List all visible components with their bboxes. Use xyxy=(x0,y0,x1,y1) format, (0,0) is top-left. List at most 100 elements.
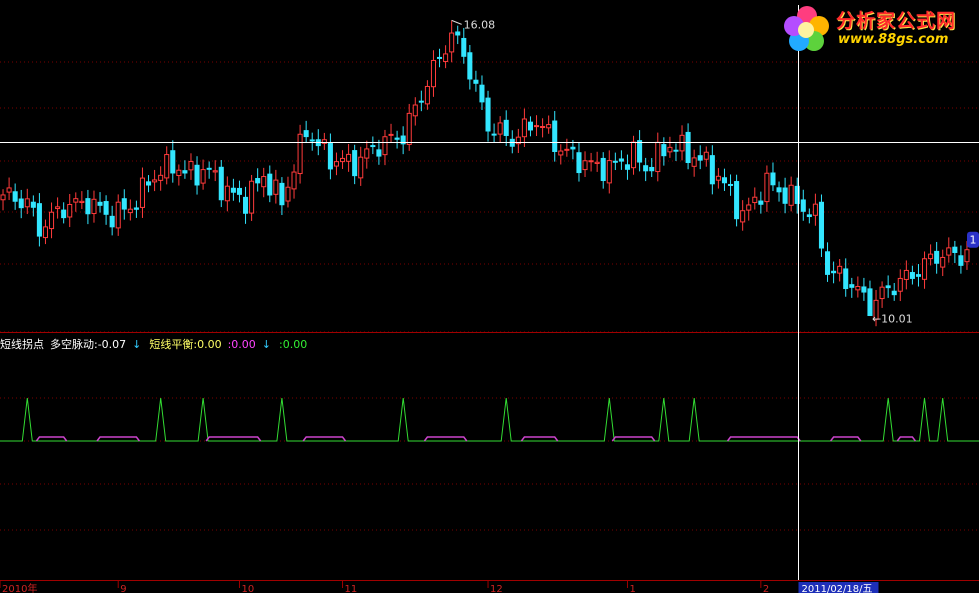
candle-body xyxy=(6,187,12,193)
candle-body xyxy=(449,32,455,53)
site-logo[interactable]: 分析家公式网 www.88gs.com xyxy=(780,4,976,54)
candle-body xyxy=(897,277,903,292)
balance-segment xyxy=(302,436,347,442)
candle-body xyxy=(612,160,618,163)
candle-body xyxy=(364,148,370,159)
candle-body xyxy=(188,161,194,171)
candle-body xyxy=(570,146,576,150)
candle-body xyxy=(746,204,752,211)
candle-body xyxy=(91,198,97,215)
axis-label: 10 xyxy=(241,584,254,593)
legend-item: 短线平衡:0.00 xyxy=(149,337,221,351)
candle-body xyxy=(67,204,73,218)
candle-body xyxy=(406,112,412,145)
candle-body xyxy=(758,200,764,205)
candle-body xyxy=(291,171,297,190)
candle-body xyxy=(224,185,230,202)
candle-body xyxy=(212,170,218,173)
candle-body xyxy=(333,161,339,167)
candle-body xyxy=(940,256,946,268)
candle-body xyxy=(655,141,661,173)
candle-body xyxy=(85,198,91,215)
candle-body xyxy=(631,141,637,169)
candle-body xyxy=(358,156,364,179)
candle-body xyxy=(121,198,127,210)
candle-body xyxy=(709,155,715,185)
candle-body xyxy=(952,246,958,253)
candle-body xyxy=(152,179,158,183)
candle-body xyxy=(922,258,928,280)
candle-body xyxy=(418,100,424,103)
candle-body xyxy=(497,122,503,135)
candle-body xyxy=(206,167,212,170)
candle-body xyxy=(715,175,721,181)
candle-body xyxy=(843,268,849,290)
candle-body xyxy=(831,270,837,274)
candle-body xyxy=(734,181,740,220)
candle-body xyxy=(55,206,61,210)
candle-body xyxy=(752,196,758,204)
candle-body xyxy=(806,214,812,218)
candle-body xyxy=(352,150,358,177)
balance-segment xyxy=(829,436,862,442)
candle-body xyxy=(800,199,806,212)
candle-body xyxy=(879,286,885,300)
axis-label: 11 xyxy=(345,584,358,593)
logo-title: 分析家公式网 xyxy=(836,10,957,32)
balance-segment xyxy=(726,436,801,442)
logo-url: www.88gs.com xyxy=(838,32,949,47)
candle-body xyxy=(782,187,788,204)
candle-body xyxy=(849,284,855,288)
candle-body xyxy=(643,165,649,172)
candle-body xyxy=(546,124,552,129)
candle-body xyxy=(600,157,606,182)
balance-segment xyxy=(611,436,656,442)
candle-body xyxy=(24,198,30,208)
candle-body xyxy=(340,157,346,163)
candle-body xyxy=(382,136,388,156)
candle-body xyxy=(297,133,303,175)
legend-item: :0.00 xyxy=(228,338,256,351)
candle-body xyxy=(97,201,103,206)
candle-body xyxy=(503,119,509,136)
candle-body xyxy=(388,133,394,136)
candle-body xyxy=(467,52,473,80)
indicator-series xyxy=(0,397,979,442)
candle-body xyxy=(73,198,79,203)
candle-body xyxy=(740,210,746,223)
candle-body xyxy=(309,139,315,142)
cursor-date-label: 2011/02/18/五 xyxy=(802,584,873,593)
candle-body xyxy=(394,137,400,140)
candle-body xyxy=(218,166,224,201)
balance-segment xyxy=(205,436,262,442)
candle-body xyxy=(133,207,139,210)
candle-body xyxy=(437,56,443,59)
candle-body xyxy=(667,146,673,153)
candle-body xyxy=(770,172,776,186)
candle-body xyxy=(424,85,430,105)
chart-canvas[interactable]: 16.08 ←10.01 1 短线拐点 多空脉动:-0.07 ↓ 短线平衡:0.00:0.… xyxy=(0,0,979,593)
candle-body xyxy=(594,161,600,164)
axis-label: 2 xyxy=(763,584,769,593)
candle-body xyxy=(146,181,152,186)
candle-body xyxy=(946,247,952,256)
candle-body xyxy=(728,183,734,186)
legend-item: 短线拐点 xyxy=(0,337,44,351)
price-badge-text: 1 xyxy=(970,234,977,247)
candle-body xyxy=(885,285,891,289)
candle-body xyxy=(0,194,6,201)
candle-body xyxy=(261,176,267,188)
candle-body xyxy=(412,104,418,117)
candle-body xyxy=(891,290,897,296)
candle-body xyxy=(285,186,291,202)
candle-body xyxy=(909,272,915,279)
balance-segment xyxy=(520,436,559,442)
candle-body xyxy=(691,157,697,167)
candle-body xyxy=(479,84,485,103)
candle-body xyxy=(12,191,18,202)
balance-segment xyxy=(35,436,68,442)
candle-body xyxy=(170,150,176,174)
candle-body xyxy=(346,153,352,162)
crosshair[interactable]: 2011/02/18/五 xyxy=(0,5,979,593)
candle-body xyxy=(200,169,206,184)
